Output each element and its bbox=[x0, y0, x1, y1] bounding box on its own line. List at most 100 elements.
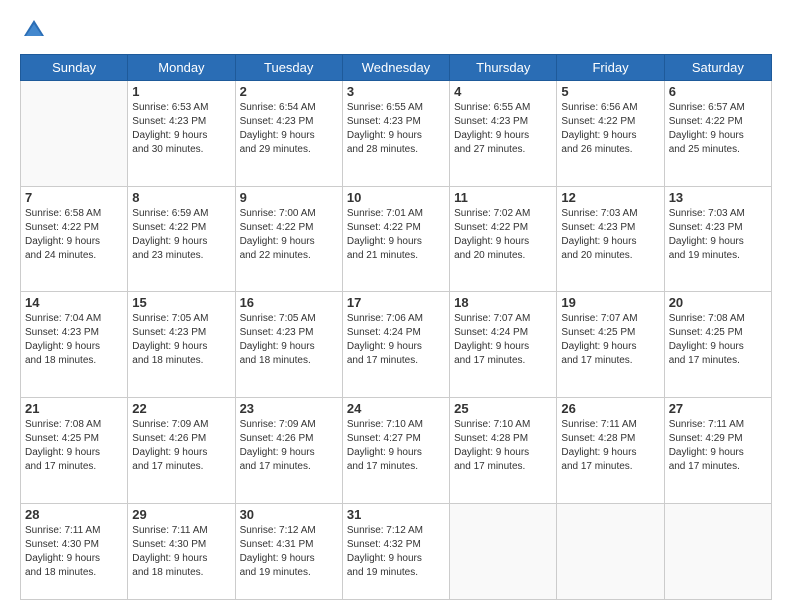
day-info: Sunrise: 6:56 AM Sunset: 4:22 PM Dayligh… bbox=[561, 101, 659, 157]
day-info: Sunrise: 7:10 AM Sunset: 4:27 PM Dayligh… bbox=[347, 418, 445, 474]
day-info: Sunrise: 6:55 AM Sunset: 4:23 PM Dayligh… bbox=[347, 101, 445, 157]
day-number: 7 bbox=[25, 190, 123, 205]
calendar-cell: 12 Sunrise: 7:03 AM Sunset: 4:23 PM Dayli… bbox=[557, 186, 664, 292]
day-number: 23 bbox=[240, 401, 338, 416]
calendar-header-tuesday: Tuesday bbox=[235, 55, 342, 81]
calendar-week-5: 28Sunrise: 7:11 AM Sunset: 4:30 PM Dayli… bbox=[21, 503, 772, 599]
day-number: 12 bbox=[561, 190, 659, 205]
day-info: Sunrise: 7:02 AM Sunset: 4:22 PM Dayligh… bbox=[454, 207, 552, 263]
day-number: 11 bbox=[454, 190, 552, 205]
day-number: 13 bbox=[669, 190, 767, 205]
day-number: 4 bbox=[454, 84, 552, 99]
day-info: Sunrise: 7:12 AM Sunset: 4:32 PM Dayligh… bbox=[347, 524, 445, 580]
day-info: Sunrise: 7:08 AM Sunset: 4:25 PM Dayligh… bbox=[25, 418, 123, 474]
calendar-cell: 24 Sunrise: 7:10 AM Sunset: 4:27 PM Dayli… bbox=[342, 398, 449, 504]
calendar-cell: 4 Sunrise: 6:55 AM Sunset: 4:23 PM Daylig… bbox=[450, 81, 557, 187]
day-info: Sunrise: 6:54 AM Sunset: 4:23 PM Dayligh… bbox=[240, 101, 338, 157]
day-number: 10 bbox=[347, 190, 445, 205]
calendar-cell: 7Sunrise: 6:58 AM Sunset: 4:22 PM Daylig… bbox=[21, 186, 128, 292]
day-info: Sunrise: 7:11 AM Sunset: 4:28 PM Dayligh… bbox=[561, 418, 659, 474]
day-number: 14 bbox=[25, 295, 123, 310]
day-number: 26 bbox=[561, 401, 659, 416]
calendar-cell: 5 Sunrise: 6:56 AM Sunset: 4:22 PM Daylig… bbox=[557, 81, 664, 187]
day-info: Sunrise: 7:11 AM Sunset: 4:30 PM Dayligh… bbox=[132, 524, 230, 580]
day-info: Sunrise: 6:53 AM Sunset: 4:23 PM Dayligh… bbox=[132, 101, 230, 157]
day-info: Sunrise: 7:03 AM Sunset: 4:23 PM Dayligh… bbox=[669, 207, 767, 263]
calendar-header-row: SundayMondayTuesdayWednesdayThursdayFrid… bbox=[21, 55, 772, 81]
calendar-cell: 11 Sunrise: 7:02 AM Sunset: 4:22 PM Dayli… bbox=[450, 186, 557, 292]
calendar-cell: 23 Sunrise: 7:09 AM Sunset: 4:26 PM Dayli… bbox=[235, 398, 342, 504]
header bbox=[20, 16, 772, 44]
day-number: 17 bbox=[347, 295, 445, 310]
day-info: Sunrise: 7:10 AM Sunset: 4:28 PM Dayligh… bbox=[454, 418, 552, 474]
page: SundayMondayTuesdayWednesdayThursdayFrid… bbox=[0, 0, 792, 612]
day-number: 9 bbox=[240, 190, 338, 205]
day-number: 2 bbox=[240, 84, 338, 99]
day-number: 18 bbox=[454, 295, 552, 310]
calendar-cell: 16Sunrise: 7:05 AM Sunset: 4:23 PM Dayli… bbox=[235, 292, 342, 398]
day-info: Sunrise: 7:09 AM Sunset: 4:26 PM Dayligh… bbox=[240, 418, 338, 474]
calendar-cell: 25 Sunrise: 7:10 AM Sunset: 4:28 PM Dayli… bbox=[450, 398, 557, 504]
day-number: 22 bbox=[132, 401, 230, 416]
calendar-cell: 28Sunrise: 7:11 AM Sunset: 4:30 PM Dayli… bbox=[21, 503, 128, 599]
day-number: 30 bbox=[240, 507, 338, 522]
calendar-header-wednesday: Wednesday bbox=[342, 55, 449, 81]
calendar-header-saturday: Saturday bbox=[664, 55, 771, 81]
calendar-cell: 26 Sunrise: 7:11 AM Sunset: 4:28 PM Dayli… bbox=[557, 398, 664, 504]
day-number: 6 bbox=[669, 84, 767, 99]
calendar-cell: 20 Sunrise: 7:08 AM Sunset: 4:25 PM Dayli… bbox=[664, 292, 771, 398]
calendar-header-monday: Monday bbox=[128, 55, 235, 81]
day-number: 8 bbox=[132, 190, 230, 205]
day-number: 21 bbox=[25, 401, 123, 416]
calendar-header-friday: Friday bbox=[557, 55, 664, 81]
day-number: 29 bbox=[132, 507, 230, 522]
calendar-cell: 6 Sunrise: 6:57 AM Sunset: 4:22 PM Daylig… bbox=[664, 81, 771, 187]
calendar-cell bbox=[557, 503, 664, 599]
day-info: Sunrise: 7:05 AM Sunset: 4:23 PM Dayligh… bbox=[240, 312, 338, 368]
day-info: Sunrise: 7:07 AM Sunset: 4:24 PM Dayligh… bbox=[454, 312, 552, 368]
calendar-cell bbox=[664, 503, 771, 599]
calendar-cell: 19Sunrise: 7:07 AM Sunset: 4:25 PM Dayli… bbox=[557, 292, 664, 398]
calendar-week-2: 7Sunrise: 6:58 AM Sunset: 4:22 PM Daylig… bbox=[21, 186, 772, 292]
day-number: 20 bbox=[669, 295, 767, 310]
calendar-cell: 1 Sunrise: 6:53 AM Sunset: 4:23 PM Daylig… bbox=[128, 81, 235, 187]
calendar-cell: 30Sunrise: 7:12 AM Sunset: 4:31 PM Dayli… bbox=[235, 503, 342, 599]
day-info: Sunrise: 7:01 AM Sunset: 4:22 PM Dayligh… bbox=[347, 207, 445, 263]
calendar-cell: 29 Sunrise: 7:11 AM Sunset: 4:30 PM Dayli… bbox=[128, 503, 235, 599]
calendar-header-sunday: Sunday bbox=[21, 55, 128, 81]
day-number: 24 bbox=[347, 401, 445, 416]
day-number: 25 bbox=[454, 401, 552, 416]
calendar-cell: 21 Sunrise: 7:08 AM Sunset: 4:25 PM Dayli… bbox=[21, 398, 128, 504]
day-info: Sunrise: 6:57 AM Sunset: 4:22 PM Dayligh… bbox=[669, 101, 767, 157]
day-info: Sunrise: 6:59 AM Sunset: 4:22 PM Dayligh… bbox=[132, 207, 230, 263]
day-number: 31 bbox=[347, 507, 445, 522]
day-info: Sunrise: 7:06 AM Sunset: 4:24 PM Dayligh… bbox=[347, 312, 445, 368]
day-info: Sunrise: 7:08 AM Sunset: 4:25 PM Dayligh… bbox=[669, 312, 767, 368]
calendar-header-thursday: Thursday bbox=[450, 55, 557, 81]
day-number: 3 bbox=[347, 84, 445, 99]
day-info: Sunrise: 6:55 AM Sunset: 4:23 PM Dayligh… bbox=[454, 101, 552, 157]
day-number: 1 bbox=[132, 84, 230, 99]
calendar-cell: 17 Sunrise: 7:06 AM Sunset: 4:24 PM Dayli… bbox=[342, 292, 449, 398]
calendar-cell bbox=[450, 503, 557, 599]
day-info: Sunrise: 7:09 AM Sunset: 4:26 PM Dayligh… bbox=[132, 418, 230, 474]
calendar-cell: 10 Sunrise: 7:01 AM Sunset: 4:22 PM Dayli… bbox=[342, 186, 449, 292]
logo bbox=[20, 16, 52, 44]
calendar-cell: 31 Sunrise: 7:12 AM Sunset: 4:32 PM Dayli… bbox=[342, 503, 449, 599]
day-info: Sunrise: 7:11 AM Sunset: 4:29 PM Dayligh… bbox=[669, 418, 767, 474]
day-info: Sunrise: 7:03 AM Sunset: 4:23 PM Dayligh… bbox=[561, 207, 659, 263]
calendar-cell: 27 Sunrise: 7:11 AM Sunset: 4:29 PM Dayli… bbox=[664, 398, 771, 504]
day-info: Sunrise: 7:04 AM Sunset: 4:23 PM Dayligh… bbox=[25, 312, 123, 368]
calendar-cell: 9Sunrise: 7:00 AM Sunset: 4:22 PM Daylig… bbox=[235, 186, 342, 292]
day-number: 27 bbox=[669, 401, 767, 416]
calendar-week-1: 1 Sunrise: 6:53 AM Sunset: 4:23 PM Daylig… bbox=[21, 81, 772, 187]
calendar-week-3: 14 Sunrise: 7:04 AM Sunset: 4:23 PM Dayli… bbox=[21, 292, 772, 398]
day-info: Sunrise: 7:05 AM Sunset: 4:23 PM Dayligh… bbox=[132, 312, 230, 368]
day-number: 5 bbox=[561, 84, 659, 99]
calendar-cell: 13 Sunrise: 7:03 AM Sunset: 4:23 PM Dayli… bbox=[664, 186, 771, 292]
calendar-cell: 18 Sunrise: 7:07 AM Sunset: 4:24 PM Dayli… bbox=[450, 292, 557, 398]
logo-icon bbox=[20, 16, 48, 44]
calendar-cell bbox=[21, 81, 128, 187]
calendar-cell: 8 Sunrise: 6:59 AM Sunset: 4:22 PM Daylig… bbox=[128, 186, 235, 292]
calendar-cell: 3 Sunrise: 6:55 AM Sunset: 4:23 PM Daylig… bbox=[342, 81, 449, 187]
